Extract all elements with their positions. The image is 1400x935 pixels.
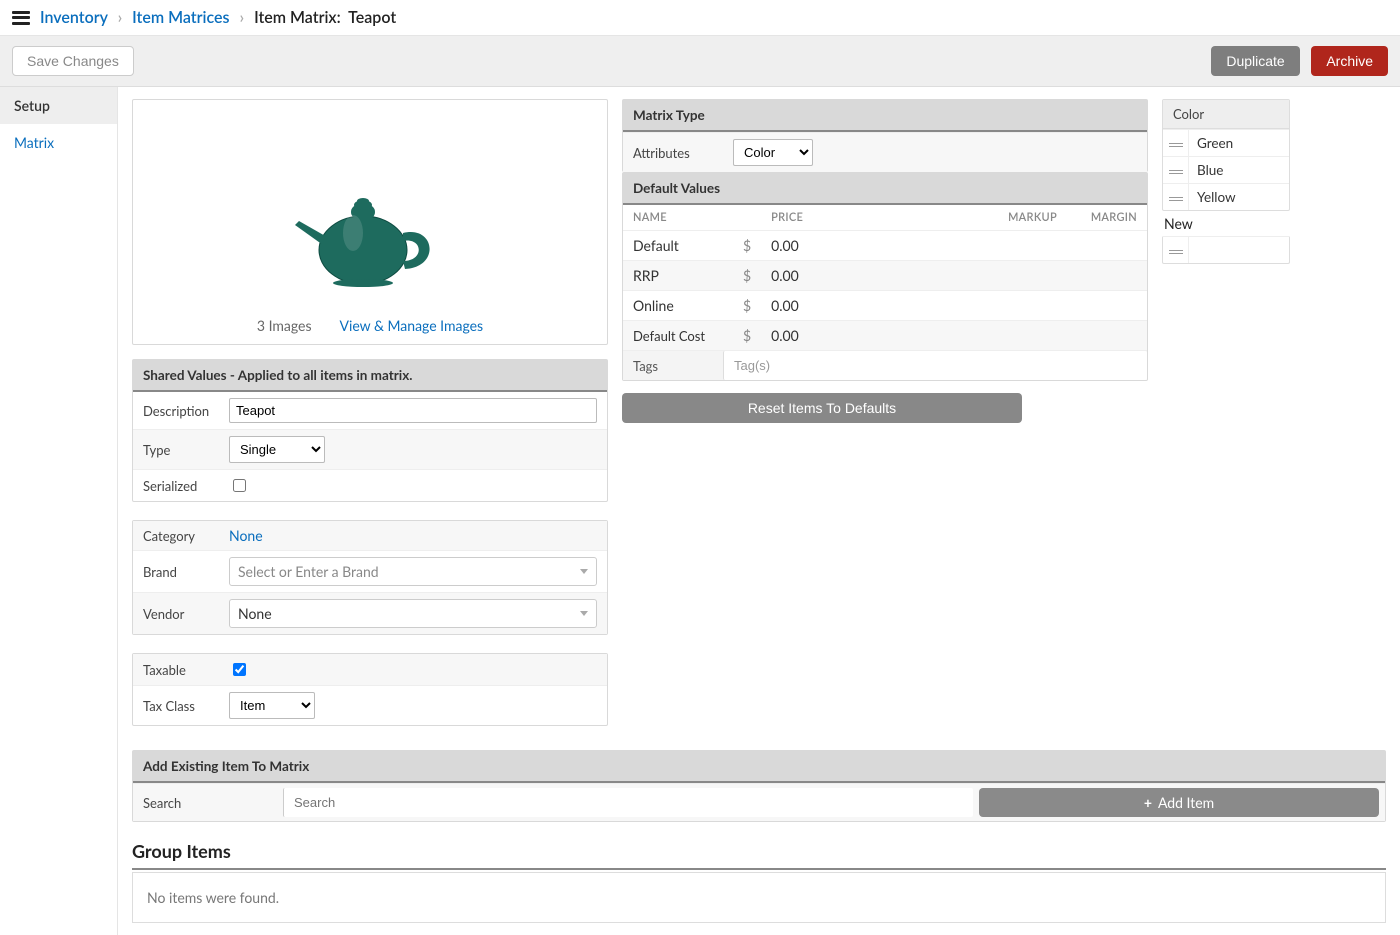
category-link[interactable]: None: [229, 527, 263, 544]
brand-label: Brand: [143, 564, 229, 580]
col-price: PRICE: [761, 205, 893, 231]
taxclass-label: Tax Class: [143, 698, 229, 714]
attribute-values-panel: Color Green Blue Yellow: [1162, 99, 1290, 211]
product-image-panel: 3 Images View & Manage Images: [132, 99, 608, 345]
tab-setup[interactable]: Setup: [0, 87, 117, 124]
col-markup: MARKUP: [893, 205, 1067, 231]
breadcrumb-inventory[interactable]: Inventory: [40, 8, 108, 27]
product-image: [285, 175, 455, 295]
tab-matrix[interactable]: Matrix: [0, 124, 117, 161]
serialized-checkbox[interactable]: [233, 479, 246, 492]
group-items-header: Group Items: [132, 840, 1386, 862]
price-row: RRP $ 0.00: [623, 261, 1147, 291]
brand-select[interactable]: Select or Enter a Brand: [229, 557, 597, 586]
add-existing-item-header: Add Existing Item To Matrix: [133, 751, 1385, 783]
app-icon: [12, 11, 30, 25]
archive-button[interactable]: Archive: [1311, 46, 1388, 76]
main-content: 3 Images View & Manage Images Shared Val…: [118, 87, 1400, 935]
tax-panel: Taxable Tax Class Item: [132, 653, 608, 726]
group-items-empty: No items were found.: [132, 872, 1386, 923]
chevron-right-icon: ›: [240, 8, 245, 27]
price-name: Online: [623, 291, 733, 321]
default-values-header: Default Values: [623, 173, 1147, 205]
price-value[interactable]: 0.00: [761, 261, 893, 291]
duplicate-button[interactable]: Duplicate: [1211, 46, 1299, 76]
shared-values-header: Shared Values - Applied to all items in …: [133, 360, 607, 392]
sidebar: Setup Matrix: [0, 87, 118, 935]
classification-panel: Category None Brand Select or Enter a Br…: [132, 520, 608, 635]
add-item-button[interactable]: + Add Item: [979, 788, 1379, 817]
drag-handle-icon[interactable]: [1163, 237, 1189, 263]
default-values-panel: Default Values NAME PRICE MARKUP MARGIN: [622, 172, 1148, 381]
shared-values-panel: Shared Values - Applied to all items in …: [132, 359, 608, 502]
toolbar: Save Changes Duplicate Archive: [0, 36, 1400, 87]
type-select[interactable]: Single: [229, 436, 325, 463]
matrix-type-header: Matrix Type: [623, 100, 1147, 132]
attribute-value: Yellow: [1189, 185, 1244, 209]
add-item-label: Add Item: [1158, 794, 1214, 811]
attribute-row[interactable]: Blue: [1163, 156, 1289, 183]
price-name: Default Cost: [623, 321, 733, 351]
new-attribute-label: New: [1162, 211, 1292, 236]
taxable-checkbox[interactable]: [233, 663, 246, 676]
price-name: RRP: [623, 261, 733, 291]
vendor-select[interactable]: None: [229, 599, 597, 628]
add-existing-item-panel: Add Existing Item To Matrix Search + Add…: [132, 750, 1386, 822]
divider: [132, 868, 1386, 870]
attribute-header: Color: [1163, 100, 1289, 129]
drag-handle-icon[interactable]: [1163, 130, 1189, 156]
currency-symbol: $: [733, 261, 761, 291]
breadcrumb-current-prefix: Item Matrix:: [254, 8, 341, 27]
description-input[interactable]: [229, 398, 597, 423]
type-label: Type: [143, 442, 229, 458]
drag-handle-icon[interactable]: [1163, 184, 1189, 210]
price-value[interactable]: 0.00: [761, 231, 893, 261]
plus-icon: +: [1144, 794, 1152, 811]
attribute-value: Green: [1189, 131, 1241, 155]
category-label: Category: [143, 528, 229, 544]
breadcrumb-current-value: Teapot: [348, 8, 396, 27]
matrix-type-panel: Matrix Type Attributes Color: [622, 99, 1148, 172]
breadcrumb-item-matrices[interactable]: Item Matrices: [132, 8, 229, 27]
attributes-select[interactable]: Color: [733, 139, 813, 166]
price-row: Default $ 0.00: [623, 231, 1147, 261]
image-count: 3 Images: [257, 317, 312, 334]
price-row: Default Cost $ 0.00: [623, 321, 1147, 351]
search-input[interactable]: [283, 788, 973, 817]
attribute-row[interactable]: Green: [1163, 129, 1289, 156]
chevron-down-icon: [580, 611, 588, 616]
serialized-label: Serialized: [143, 478, 229, 494]
taxable-label: Taxable: [143, 662, 229, 678]
currency-symbol: $: [733, 291, 761, 321]
breadcrumb: Inventory › Item Matrices › Item Matrix:…: [40, 8, 396, 27]
taxclass-select[interactable]: Item: [229, 692, 315, 719]
new-attribute-input[interactable]: [1189, 239, 1285, 262]
search-label: Search: [133, 788, 283, 818]
currency-symbol: $: [733, 321, 761, 351]
brand-placeholder: Select or Enter a Brand: [238, 563, 379, 580]
new-attribute-input-row: [1162, 236, 1290, 264]
col-margin: MARGIN: [1067, 205, 1147, 231]
price-name: Default: [623, 231, 733, 261]
vendor-label: Vendor: [143, 606, 229, 622]
chevron-right-icon: ›: [118, 8, 123, 27]
description-label: Description: [143, 403, 229, 419]
currency-symbol: $: [733, 231, 761, 261]
breadcrumb-bar: Inventory › Item Matrices › Item Matrix:…: [0, 0, 1400, 36]
tags-label: Tags: [623, 352, 723, 380]
reset-items-button[interactable]: Reset Items To Defaults: [622, 393, 1022, 423]
vendor-value: None: [238, 605, 272, 622]
price-value[interactable]: 0.00: [761, 321, 893, 351]
chevron-down-icon: [580, 569, 588, 574]
tags-input[interactable]: [723, 351, 1147, 380]
save-changes-button[interactable]: Save Changes: [12, 46, 134, 76]
attribute-row[interactable]: Yellow: [1163, 183, 1289, 210]
attribute-value: Blue: [1189, 158, 1231, 182]
col-name: NAME: [623, 205, 733, 231]
attributes-label: Attributes: [633, 145, 733, 161]
drag-handle-icon[interactable]: [1163, 157, 1189, 183]
price-value[interactable]: 0.00: [761, 291, 893, 321]
view-manage-images-link[interactable]: View & Manage Images: [340, 317, 484, 334]
price-row: Online $ 0.00: [623, 291, 1147, 321]
